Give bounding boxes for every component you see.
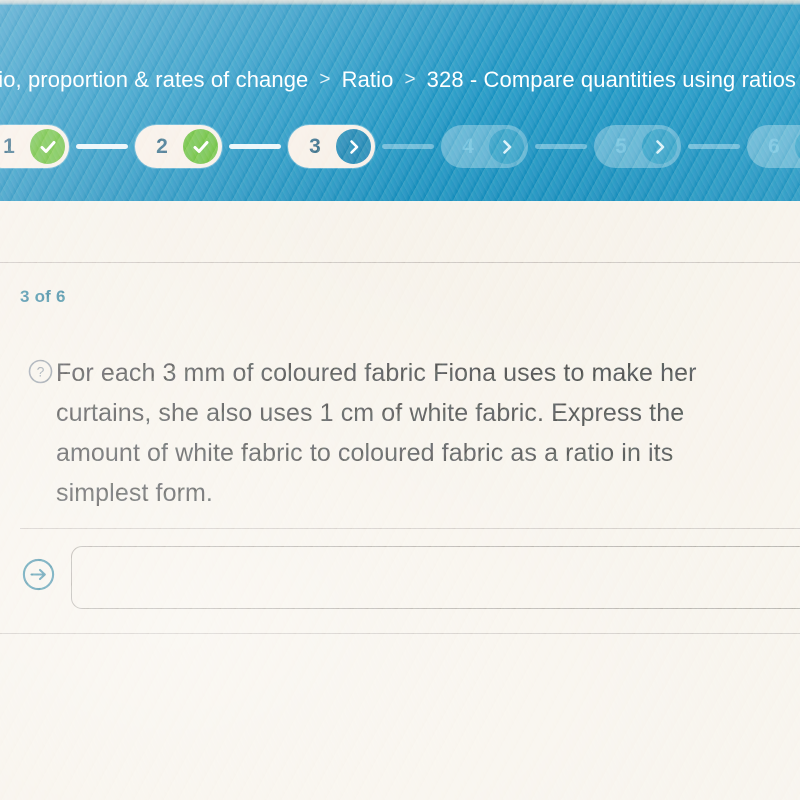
step-number-1: 1 (3, 134, 15, 158)
step-item-3[interactable]: 3 (288, 125, 375, 168)
chevron-right-icon (642, 129, 677, 164)
question-pane: 3 of 6 ? For each 3 mm of coloured fabri… (0, 201, 800, 800)
question-text: For each 3 mm of coloured fabric Fiona u… (56, 359, 697, 507)
breadcrumb-item-lesson[interactable]: 328 - Compare quantities using ratios (427, 67, 796, 93)
answer-input[interactable] (71, 546, 800, 609)
breadcrumb-separator-icon: > (319, 69, 331, 90)
step-item-4[interactable]: 4 (441, 125, 528, 168)
app-screen: tio, proportion & rates of change > Rati… (0, 0, 800, 800)
divider-top (0, 262, 800, 263)
chevron-right-icon (489, 129, 524, 164)
breadcrumb-item-ratio[interactable]: Ratio (342, 67, 394, 93)
app-header: tio, proportion & rates of change > Rati… (0, 5, 800, 201)
step-connector-4-5 (535, 144, 587, 149)
question-counter: 3 of 6 (20, 287, 66, 306)
svg-text:?: ? (37, 364, 45, 380)
breadcrumb: tio, proportion & rates of change > Rati… (0, 67, 800, 93)
divider-above-answer (0, 633, 800, 634)
step-item-2[interactable]: 2 (135, 125, 222, 168)
step-connector-2-3 (229, 144, 281, 149)
step-progress-bar: 1 2 3 4 5 6 (0, 125, 800, 168)
step-connector-3-4 (382, 144, 434, 149)
check-icon (30, 129, 65, 164)
step-number-4: 4 (462, 134, 474, 158)
breadcrumb-item-topic[interactable]: tio, proportion & rates of change (0, 67, 308, 93)
step-item-5[interactable]: 5 (594, 125, 681, 168)
step-connector-5-6 (688, 144, 740, 149)
step-number-6: 6 (768, 134, 780, 158)
question-mark-icon: ? (28, 359, 53, 389)
answer-row (22, 546, 800, 609)
breadcrumb-separator-icon: > (404, 69, 416, 90)
chevron-right-icon (795, 129, 800, 164)
arrow-right-circle-icon[interactable] (22, 558, 55, 596)
step-item-1[interactable]: 1 (0, 125, 69, 168)
step-number-3: 3 (309, 134, 321, 158)
step-connector-1-2 (76, 144, 128, 149)
step-number-2: 2 (156, 134, 168, 158)
step-item-6[interactable]: 6 (747, 125, 800, 168)
question-block: ? For each 3 mm of coloured fabric Fiona… (28, 353, 770, 513)
check-icon (183, 129, 218, 164)
chevron-right-icon (336, 129, 371, 164)
step-number-5: 5 (615, 134, 627, 158)
divider-above-question (20, 528, 800, 529)
